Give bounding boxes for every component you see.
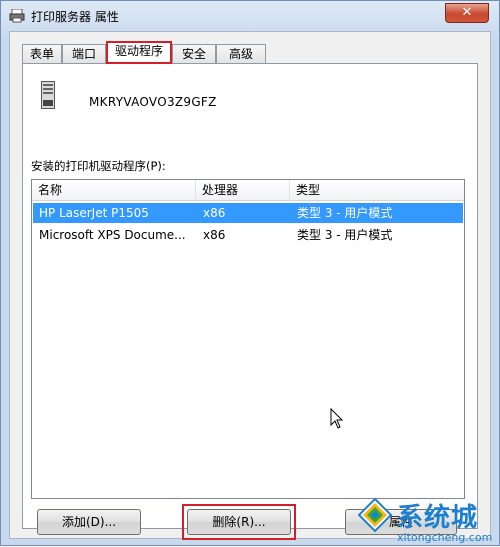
server-name: MKRYVAOVO3Z9GFZ: [89, 95, 217, 109]
window-title: 打印服务器 属性: [31, 10, 119, 24]
drivers-list[interactable]: 名称 处理器 类型 HP LaserJet P1505 x86 类型 3 - 用…: [31, 179, 465, 499]
driver-processor-cell: x86: [203, 206, 226, 220]
column-header-processor[interactable]: 处理器: [196, 180, 290, 200]
printer-server-properties-window: 打印服务器 属性 ✕ 表单 端口 驱动程序 安全 高级 MKRYVAOVO3Z9…: [0, 0, 500, 546]
driver-type-cell: 类型 3 - 用户模式: [297, 206, 393, 220]
mouse-cursor-icon: [330, 408, 344, 429]
tab-security[interactable]: 安全: [172, 44, 216, 63]
driver-name-cell: Microsoft XPS Docume...: [39, 228, 186, 242]
table-row[interactable]: HP LaserJet P1505 x86 类型 3 - 用户模式: [33, 203, 463, 223]
list-header: 名称 处理器 类型: [32, 180, 464, 201]
dialog-client-area: 表单 端口 驱动程序 安全 高级 MKRYVAOVO3Z9GFZ 安装的打印机驱…: [9, 31, 491, 540]
site-watermark: 系统城 xitongcheng.com: [353, 491, 500, 547]
drivers-tab-panel: MKRYVAOVO3Z9GFZ 安装的打印机驱动程序(P): 名称 处理器 类型…: [22, 63, 478, 540]
watermark-brand: 系统城: [397, 503, 479, 533]
tab-ports[interactable]: 端口: [62, 44, 106, 63]
title-bar[interactable]: 打印服务器 属性 ✕: [1, 1, 499, 31]
driver-name-cell: HP LaserJet P1505: [39, 206, 149, 220]
remove-driver-button[interactable]: 删除(R)...: [187, 509, 291, 535]
watermark-logo-icon: [357, 497, 393, 533]
server-icon: [41, 81, 55, 109]
add-driver-button[interactable]: 添加(D)...: [37, 509, 141, 535]
column-header-type[interactable]: 类型: [290, 180, 464, 200]
table-row[interactable]: Microsoft XPS Docume... x86 类型 3 - 用户模式: [33, 225, 463, 245]
tab-forms[interactable]: 表单: [22, 44, 62, 63]
column-header-name[interactable]: 名称: [32, 180, 196, 200]
close-button[interactable]: ✕: [445, 3, 489, 23]
driver-type-cell: 类型 3 - 用户模式: [297, 228, 393, 242]
installed-drivers-label: 安装的打印机驱动程序(P):: [31, 159, 166, 173]
tab-advanced[interactable]: 高级: [216, 44, 266, 63]
driver-processor-cell: x86: [203, 228, 226, 242]
watermark-url: xitongcheng.com: [397, 531, 493, 544]
tab-drivers[interactable]: 驱动程序: [106, 41, 172, 64]
printer-icon: [9, 9, 25, 23]
